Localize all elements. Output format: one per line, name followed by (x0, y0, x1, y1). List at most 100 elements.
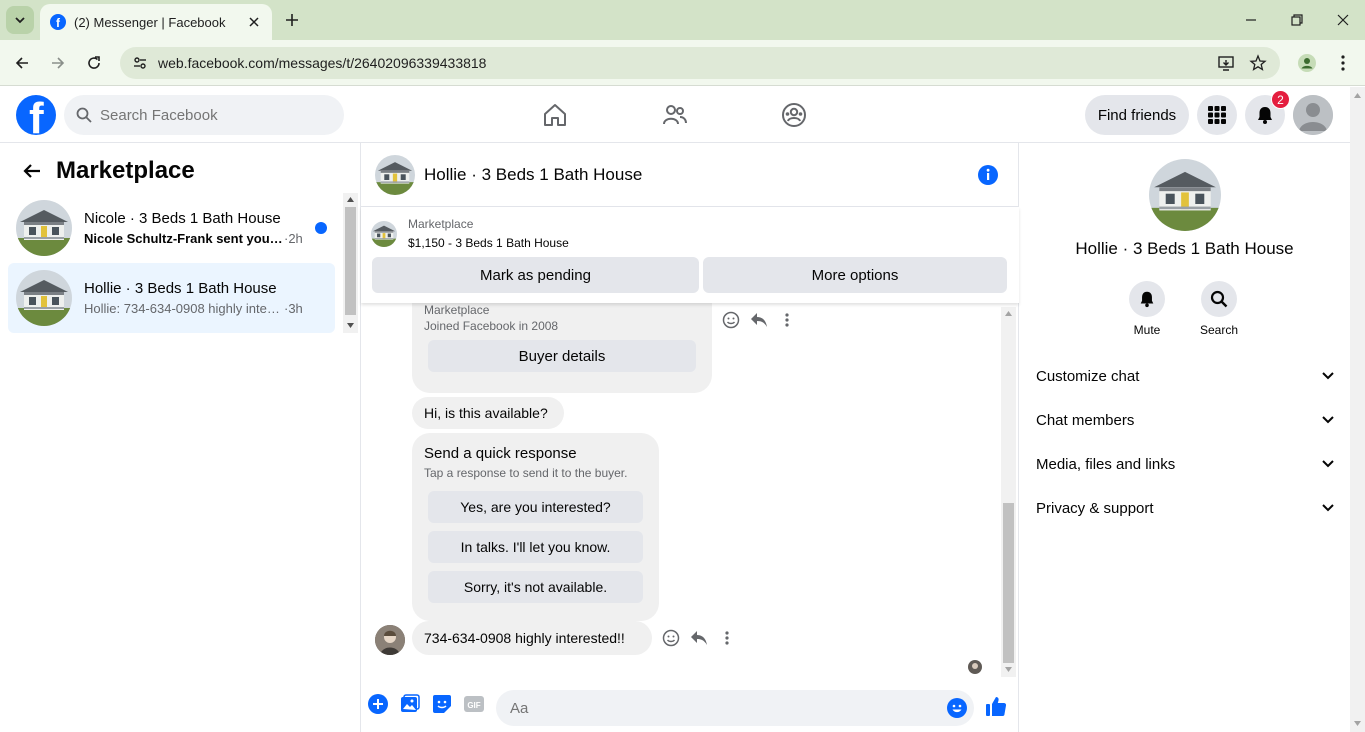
chevron-down-icon (1318, 366, 1338, 386)
back-arrow-icon[interactable] (10, 51, 34, 75)
search-input[interactable] (100, 106, 320, 124)
more-actions-icon[interactable] (717, 628, 737, 648)
chrome-profile-icon[interactable] (1297, 53, 1317, 73)
search-icon (1201, 281, 1237, 317)
conversation-item-nicole[interactable]: Nicole · 3 Beds 1 Bath House Nicole Schu… (8, 193, 335, 263)
address-bar[interactable]: web.facebook.com/messages/t/264020963394… (120, 47, 1280, 79)
tab-title: (2) Messenger | Facebook (74, 14, 226, 30)
left-header: Marketplace (20, 157, 195, 185)
quick-reply-not-available-button[interactable]: Sorry, it's not available. (428, 571, 643, 603)
chat-members-section[interactable]: Chat members (1027, 398, 1342, 442)
chevron-down-icon (1318, 410, 1338, 430)
message-input-wrapper[interactable] (496, 690, 974, 726)
chat-info-name: Hollie · 3 Beds 1 Bath House (1075, 239, 1294, 258)
emoji-icon[interactable] (946, 697, 968, 719)
search-icon (76, 107, 92, 123)
page-scrollbar[interactable] (1350, 87, 1365, 732)
conversation-title: Hollie · 3 Beds 1 Bath House (84, 280, 277, 297)
listing-price[interactable]: $1,150 - 3 Beds 1 Bath House (408, 236, 569, 250)
section-label: Media, files and links (1036, 455, 1176, 473)
quick-reply-yes-button[interactable]: Yes, are you interested? (428, 491, 643, 523)
message-list: Marketplace Joined Facebook in 2008 Buye… (361, 303, 1019, 677)
gif-icon[interactable]: GIF (463, 693, 485, 715)
bookmark-star-icon[interactable] (1248, 53, 1268, 73)
conversation-title: Nicole · 3 Beds 1 Bath House (84, 210, 281, 227)
section-label: Customize chat (1036, 367, 1140, 385)
install-app-icon[interactable] (1216, 53, 1236, 73)
reply-arrow-icon[interactable] (749, 310, 769, 330)
privacy-support-section[interactable]: Privacy & support (1027, 486, 1342, 530)
quick-response-card: Send a quick response Tap a response to … (412, 433, 659, 621)
mark-as-pending-button[interactable]: Mark as pending (372, 257, 699, 293)
react-emoji-icon[interactable] (721, 310, 741, 330)
mute-button[interactable]: Mute (1117, 281, 1177, 337)
conversation-list-panel: Marketplace Nicole · 3 Beds 1 Bath House… (0, 143, 361, 732)
buyer-avatar[interactable] (375, 625, 405, 655)
close-window-icon[interactable] (1333, 10, 1353, 30)
plus-circle-icon[interactable] (367, 693, 389, 715)
conversation-preview: Nicole Schultz-Frank sent you a... (84, 231, 284, 246)
message-bubble-question: Hi, is this available? (412, 397, 564, 429)
chrome-menu-icon[interactable] (1333, 53, 1353, 73)
find-friends-button[interactable]: Find friends (1085, 95, 1189, 135)
react-emoji-icon[interactable] (661, 628, 681, 648)
chat-panel: Hollie · 3 Beds 1 Bath House Marketplace… (361, 143, 1019, 732)
chat-header: Hollie · 3 Beds 1 Bath House (361, 143, 1019, 207)
reply-arrow-icon[interactable] (689, 628, 709, 648)
minimize-icon[interactable] (1241, 10, 1261, 30)
chevron-down-icon (1318, 454, 1338, 474)
chat-info-avatar[interactable] (1149, 159, 1221, 231)
page-title: Marketplace (56, 157, 195, 184)
conversation-preview: Hollie: 734-634-0908 highly intere... (84, 301, 284, 316)
quick-response-title: Send a quick response (424, 445, 577, 462)
message-scrollbar[interactable] (1001, 307, 1016, 677)
react-emoji-icon[interactable] (721, 459, 741, 479)
listing-thumbnail (16, 200, 72, 256)
close-tab-icon[interactable] (246, 14, 262, 30)
browser-tabbar: f (2) Messenger | Facebook (0, 0, 1365, 40)
new-tab-icon[interactable] (282, 10, 302, 30)
reload-icon[interactable] (82, 51, 106, 75)
profile-avatar[interactable] (1293, 95, 1333, 135)
listing-mini-thumbnail (371, 221, 397, 247)
home-icon[interactable] (541, 101, 569, 129)
url-text: web.facebook.com/messages/t/264020963394… (158, 55, 487, 71)
facebook-header: f Find friends 2 (0, 87, 1350, 143)
thumbs-up-icon[interactable] (985, 695, 1007, 717)
browser-tab-messenger[interactable]: f (2) Messenger | Facebook (40, 4, 272, 40)
search-in-chat-button[interactable]: Search (1189, 281, 1249, 337)
restore-icon[interactable] (1287, 10, 1307, 30)
quick-reply-in-talks-button[interactable]: In talks. I'll let you know. (428, 531, 643, 563)
message-input[interactable] (510, 699, 930, 717)
customize-chat-section[interactable]: Customize chat (1027, 354, 1342, 398)
seen-receipt-avatar (968, 660, 982, 674)
tab-search-icon[interactable] (6, 6, 34, 34)
friends-icon[interactable] (661, 101, 689, 129)
svg-text:GIF: GIF (467, 701, 480, 710)
facebook-logo-icon[interactable]: f (16, 95, 56, 135)
chat-title[interactable]: Hollie · 3 Beds 1 Bath House (424, 165, 977, 185)
conversation-list-scrollbar[interactable] (343, 193, 358, 333)
menu-grid-icon[interactable] (1197, 95, 1237, 135)
chat-info-panel: Hollie · 3 Beds 1 Bath House Mute Search… (1019, 143, 1350, 732)
media-files-links-section[interactable]: Media, files and links (1027, 442, 1342, 486)
groups-icon[interactable] (780, 101, 808, 129)
buyer-profile-card: Marketplace Joined Facebook in 2008 Buye… (412, 303, 712, 393)
photo-gallery-icon[interactable] (399, 693, 421, 715)
chat-avatar[interactable] (375, 155, 415, 195)
banner-label: Marketplace (408, 217, 474, 231)
more-actions-icon[interactable] (777, 310, 797, 330)
site-settings-icon[interactable] (130, 53, 150, 73)
marketplace-listing-banner: Marketplace $1,150 - 3 Beds 1 Bath House… (361, 207, 1019, 303)
listing-thumbnail (16, 270, 72, 326)
forward-arrow-icon[interactable] (46, 51, 70, 75)
info-icon[interactable] (977, 164, 999, 186)
search-label: Search (1199, 323, 1239, 337)
buyer-details-button[interactable]: Buyer details (428, 340, 696, 372)
sticker-icon[interactable] (431, 693, 453, 715)
facebook-search[interactable] (64, 95, 344, 135)
profile-card-line2: Joined Facebook in 2008 (424, 319, 559, 333)
conversation-item-hollie[interactable]: Hollie · 3 Beds 1 Bath House Hollie: 734… (8, 263, 335, 333)
back-arrow-icon[interactable] (20, 159, 44, 183)
more-options-button[interactable]: More options (703, 257, 1007, 293)
